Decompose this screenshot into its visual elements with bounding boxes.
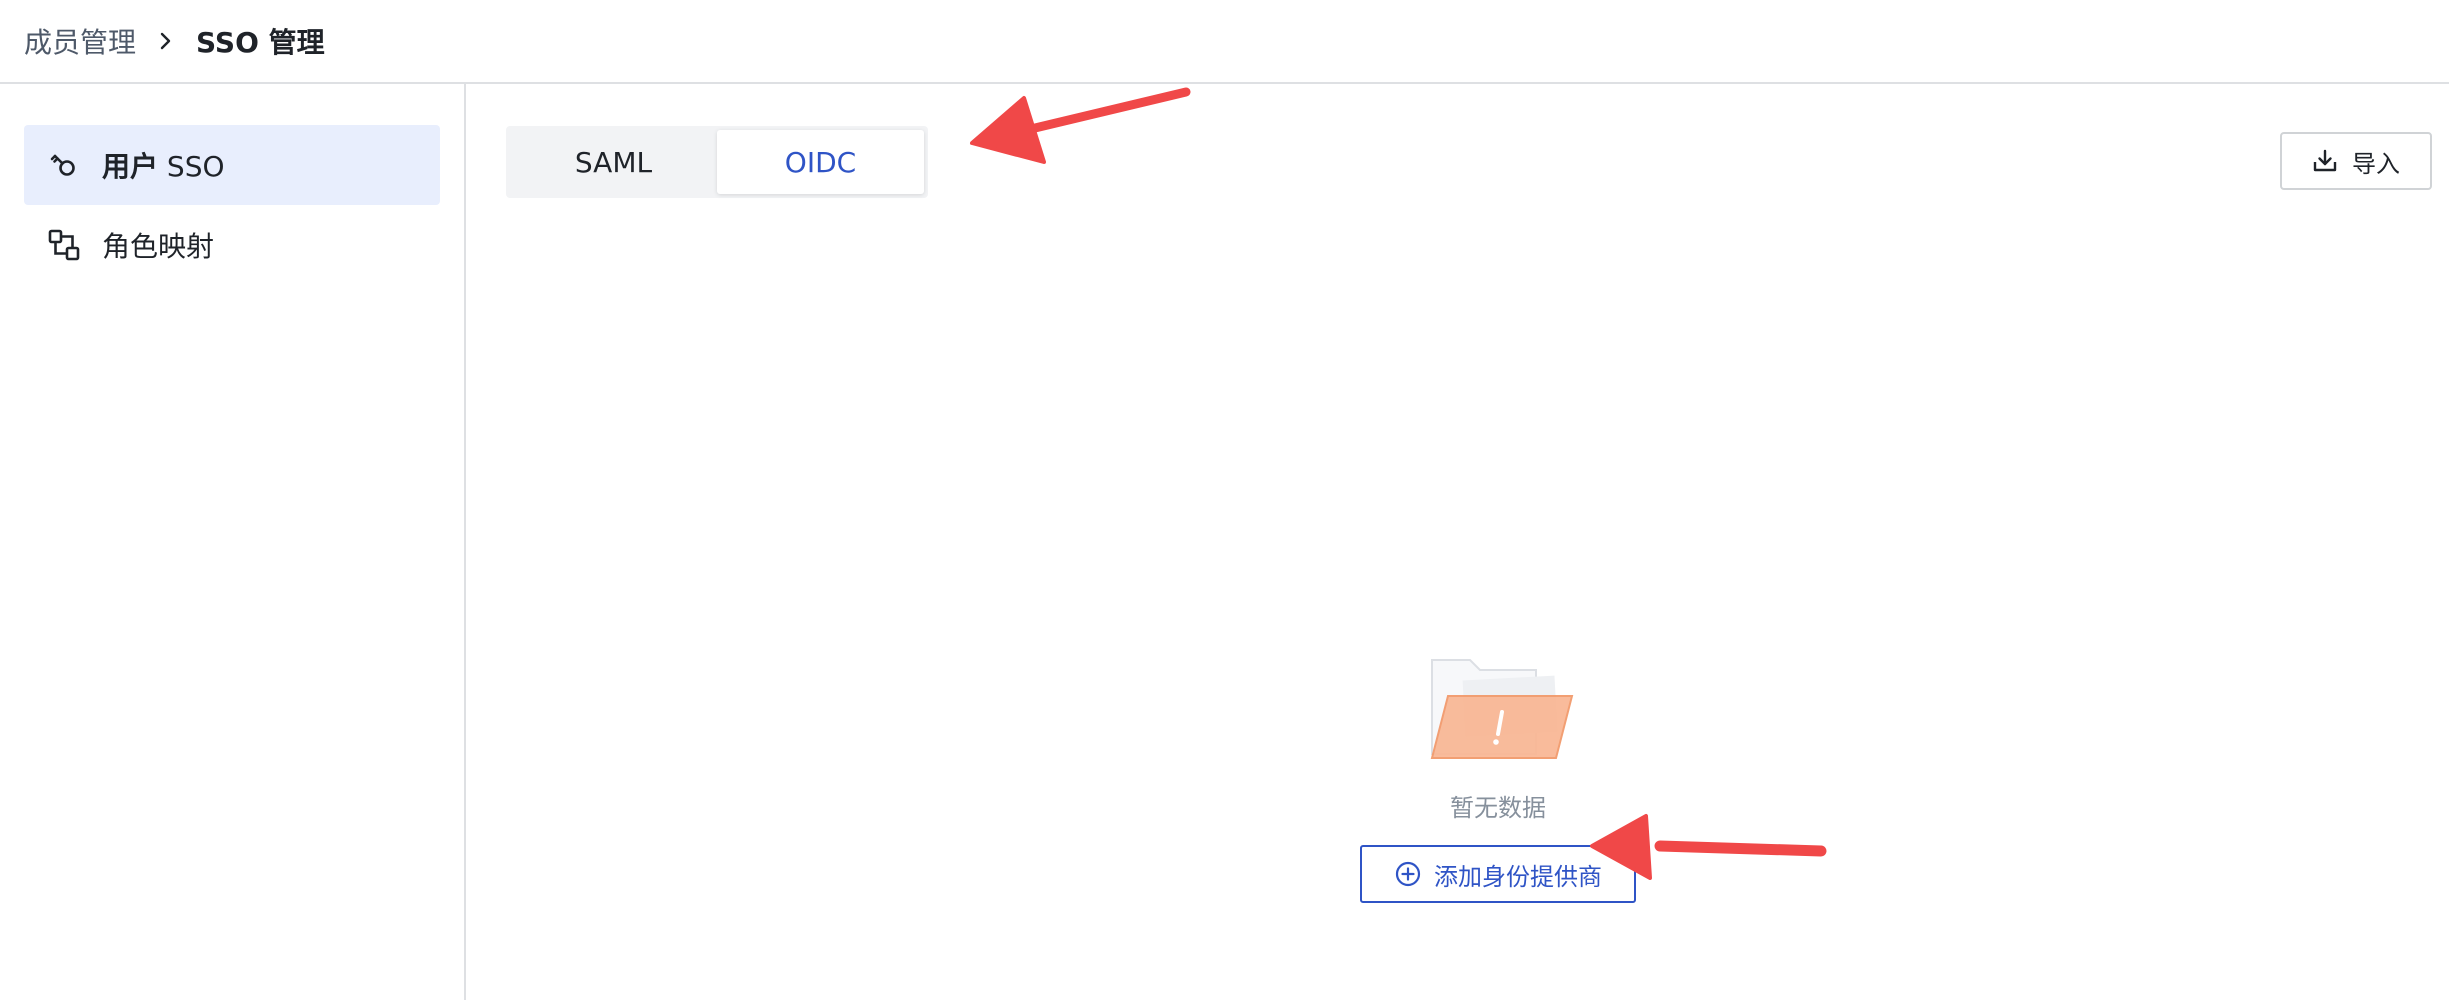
tab-saml[interactable]: SAML <box>510 130 717 194</box>
sidebar: 用户 SSO 角色映射 <box>0 84 466 1000</box>
import-button[interactable]: 导入 <box>2280 132 2432 190</box>
empty-state: 暂无数据 添加身份提供商 <box>1328 654 1668 903</box>
sidebar-item-label-rest: SSO <box>158 150 225 183</box>
plus-circle-icon <box>1394 860 1422 888</box>
sidebar-item-role-mapping[interactable]: 角色映射 <box>24 205 440 285</box>
sidebar-item-label: 角色映射 <box>102 230 215 263</box>
sidebar-item-label-strong: 用户 <box>102 150 159 183</box>
chevron-right-icon <box>158 29 174 53</box>
tab-oidc[interactable]: OIDC <box>717 130 924 194</box>
page-title: SSO 管理 <box>196 26 325 59</box>
import-button-label: 导入 <box>2352 149 2400 178</box>
breadcrumb: 成员管理 SSO 管理 <box>0 0 2449 84</box>
protocol-tabs: SAML OIDC <box>506 126 928 198</box>
sidebar-item-label: 用户 SSO <box>102 145 225 185</box>
empty-state-text: 暂无数据 <box>1450 794 1546 822</box>
import-icon <box>2312 148 2338 174</box>
add-identity-provider-button[interactable]: 添加身份提供商 <box>1360 845 1636 903</box>
breadcrumb-member-management[interactable]: 成员管理 <box>24 21 136 61</box>
empty-folder-icon <box>1418 654 1578 774</box>
key-icon <box>46 147 82 183</box>
add-identity-provider-label: 添加身份提供商 <box>1434 862 1602 891</box>
main-content: SAML OIDC 导入 暂无数据 添加身份提供商 <box>468 84 2449 1000</box>
sidebar-item-user-sso[interactable]: 用户 SSO <box>24 125 440 205</box>
role-mapping-icon <box>46 227 82 263</box>
